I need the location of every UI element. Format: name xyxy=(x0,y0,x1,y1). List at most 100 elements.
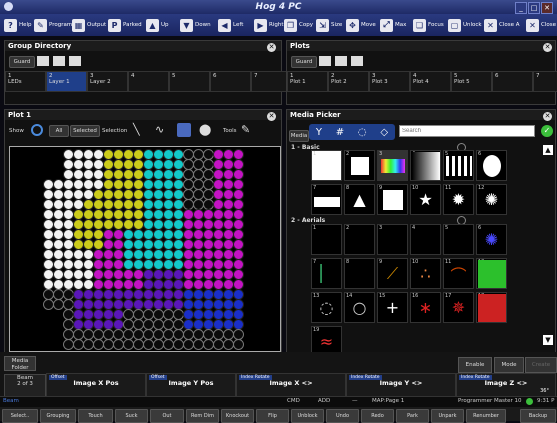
encoder-5[interactable]: Index Rotate Image Z <> 36° xyxy=(456,373,556,397)
media-cell[interactable]: 12 ✺ xyxy=(476,184,507,215)
filter-icon[interactable]: Y xyxy=(316,127,322,138)
toolbar-output-button[interactable]: ▦ Output xyxy=(72,17,106,33)
media-cell[interactable]: 12 xyxy=(476,258,507,289)
media-cell[interactable]: 17 ✵ xyxy=(443,292,474,323)
minimize-button[interactable]: _ xyxy=(515,2,527,14)
media-cell[interactable]: 5 xyxy=(443,150,474,181)
grid-view-icon[interactable] xyxy=(319,56,331,66)
media-cell[interactable]: 1 xyxy=(311,150,342,181)
line-tool-icon[interactable]: ╲ xyxy=(133,123,147,137)
close-pane-button[interactable]: ✕ xyxy=(267,43,276,52)
media-cell[interactable]: 15 + xyxy=(377,292,408,323)
chat-icon[interactable]: ◌ xyxy=(358,127,367,138)
directory-slot[interactable]: 1 Plot 1 xyxy=(287,71,328,92)
guard-button[interactable]: Guard xyxy=(291,56,317,68)
media-cell[interactable]: 2 xyxy=(344,150,375,181)
media-cell[interactable]: 9 xyxy=(377,184,408,215)
encoder-4[interactable]: Index Rotate Image Y <> xyxy=(346,373,456,397)
directory-slot[interactable]: 7 xyxy=(533,71,557,92)
list-view-icon[interactable] xyxy=(69,56,81,66)
curve-tool-icon[interactable]: ∿ xyxy=(155,123,169,137)
spinner-icon[interactable] xyxy=(31,124,43,136)
print-icon[interactable] xyxy=(335,56,347,66)
scroll-down-button[interactable]: ▼ xyxy=(543,335,553,345)
pen-tool-icon[interactable]: ✎ xyxy=(241,123,255,137)
directory-slot[interactable]: 4 Plot 4 xyxy=(410,71,451,92)
hash-icon[interactable]: # xyxy=(336,127,344,138)
media-cell[interactable]: 7 ▏ xyxy=(311,258,342,289)
guard-button[interactable]: Guard xyxy=(9,56,35,68)
toolbar-focus-button[interactable]: ❏ Focus xyxy=(413,17,444,33)
media-cell[interactable]: 11 ⌒ xyxy=(443,258,474,289)
mode-button[interactable]: Mode xyxy=(494,357,524,373)
media-cell[interactable]: 9 ⟋ xyxy=(377,258,408,289)
media-cell[interactable]: 14 ○ xyxy=(344,292,375,323)
directory-slot[interactable]: 5 Plot 5 xyxy=(451,71,492,92)
toolbar-move-button[interactable]: ✥ Move xyxy=(346,17,376,33)
toolbar-left-button[interactable]: ◀ Left xyxy=(218,17,243,33)
search-input[interactable] xyxy=(399,125,535,137)
directory-slot[interactable]: 2 Layer 1 xyxy=(46,71,87,92)
fill-tool-icon[interactable]: ⬤ xyxy=(199,123,213,137)
directory-slot[interactable]: 4 xyxy=(128,71,169,92)
toolbar-right-button[interactable]: ▶ Right xyxy=(254,17,283,33)
maximize-button[interactable]: □ xyxy=(528,2,540,14)
all-button[interactable]: All xyxy=(49,125,69,137)
media-folder-button[interactable]: Media Folder xyxy=(4,356,36,371)
media-cell[interactable]: 11 ✹ xyxy=(443,184,474,215)
media-tab[interactable]: Media xyxy=(289,130,309,142)
toolbar-up-button[interactable]: ▲ Up xyxy=(146,17,169,33)
toolbar-program-button[interactable]: ✎ Program xyxy=(34,17,72,33)
media-cell[interactable]: 1 xyxy=(311,224,342,255)
media-cell[interactable]: 10 ★ xyxy=(410,184,441,215)
directory-slot[interactable]: 2 Plot 2 xyxy=(328,71,369,92)
toolbar-parked-button[interactable]: P Parked xyxy=(108,17,142,33)
select-tool-icon[interactable] xyxy=(177,123,191,137)
media-cell[interactable]: 16 ∗ xyxy=(410,292,441,323)
toolbar-copy-button[interactable]: ❐ Copy xyxy=(284,17,313,33)
directory-slot[interactable]: 3 Plot 3 xyxy=(369,71,410,92)
media-cell[interactable]: 7 xyxy=(311,184,342,215)
toolbar-size-button[interactable]: ⇲ Size xyxy=(316,17,342,33)
directory-slot[interactable]: 6 xyxy=(210,71,251,92)
check-icon[interactable]: ✓ xyxy=(541,125,553,137)
toolbar-max-button[interactable]: ⤢ Max xyxy=(380,17,406,33)
media-cell[interactable]: 6 xyxy=(476,150,507,181)
encoder-3[interactable]: Index Rotate Image X <> xyxy=(236,373,346,397)
grid-view-icon[interactable] xyxy=(37,56,49,66)
media-cell[interactable]: 10 ∴ xyxy=(410,258,441,289)
toolbar-close-a-button[interactable]: ✕ Close A xyxy=(484,17,520,33)
encoder-2[interactable]: Offset Image Y Pos xyxy=(146,373,236,397)
directory-slot[interactable]: 1 LEDs xyxy=(5,71,46,92)
close-pane-button[interactable]: ✕ xyxy=(543,43,552,52)
selected-button[interactable]: Selected xyxy=(70,125,100,137)
plot-canvas[interactable] xyxy=(9,146,281,352)
encoder-1[interactable]: Offset Image X Pos xyxy=(46,373,146,397)
list-view-icon[interactable] xyxy=(351,56,363,66)
toolbar-unlock-button[interactable]: ▢ Unlock xyxy=(448,17,482,33)
print-icon[interactable] xyxy=(53,56,65,66)
media-cell[interactable]: 2 xyxy=(344,224,375,255)
fixture-dot[interactable] xyxy=(233,339,244,350)
create-button[interactable]: Create xyxy=(525,357,557,373)
toolbar-help-button[interactable]: ? Help xyxy=(4,17,32,33)
close-window-button[interactable]: ✕ xyxy=(541,2,553,14)
close-pane-button[interactable]: ✕ xyxy=(543,112,552,121)
tag-icon[interactable]: ◇ xyxy=(380,127,388,138)
media-cell[interactable]: 4 xyxy=(410,224,441,255)
close-pane-button[interactable]: ✕ xyxy=(267,112,276,121)
media-cell[interactable]: 3 xyxy=(377,224,408,255)
directory-slot[interactable]: 6 xyxy=(492,71,533,92)
media-cell[interactable]: 18 xyxy=(476,292,507,323)
directory-slot[interactable]: 3 Layer 2 xyxy=(87,71,128,92)
media-cell[interactable]: 13 ◌ xyxy=(311,292,342,323)
media-cell[interactable]: 8 xyxy=(344,258,375,289)
beam-page-indicator[interactable]: Beam 2 of 3 xyxy=(4,374,46,397)
media-cell[interactable]: 6 ✺ xyxy=(476,224,507,255)
media-cell[interactable]: 4 xyxy=(410,150,441,181)
scroll-up-button[interactable]: ▲ xyxy=(543,145,553,155)
media-cell[interactable]: 8 ▲ xyxy=(344,184,375,215)
toolbar-down-button[interactable]: ▼ Down xyxy=(180,17,211,33)
enable-button[interactable]: Enable xyxy=(458,357,492,373)
directory-slot[interactable]: 5 xyxy=(169,71,210,92)
